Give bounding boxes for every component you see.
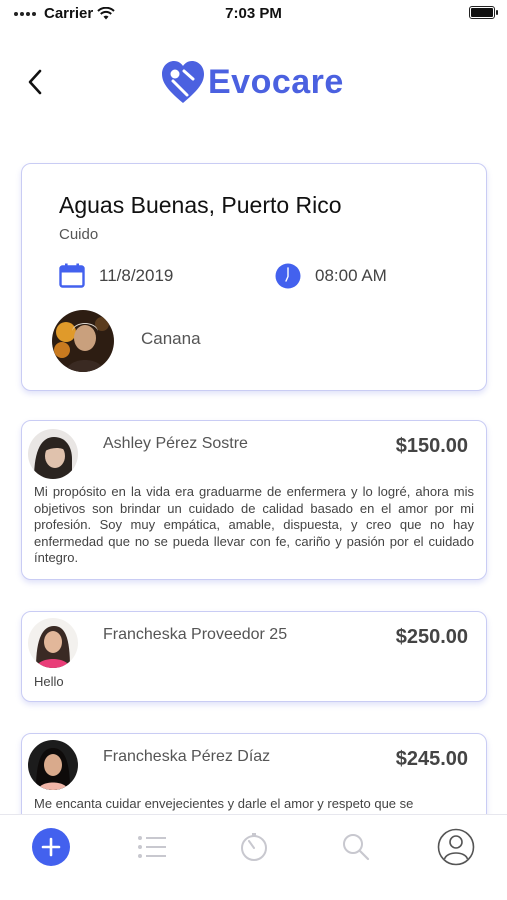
caregiver-name: Francheska Proveedor 25 bbox=[103, 626, 288, 643]
tab-list-button[interactable] bbox=[132, 827, 172, 867]
bottom-tab-bar bbox=[0, 814, 507, 900]
caregiver-name: Francheska Pérez Díaz bbox=[103, 748, 271, 765]
patient-name: Canana bbox=[141, 329, 201, 348]
patient-avatar bbox=[52, 310, 114, 372]
caregiver-avatar bbox=[28, 618, 78, 668]
service-summary-card: Aguas Buenas, Puerto Rico Cuido 11/8/201… bbox=[21, 163, 487, 391]
tab-search-button[interactable] bbox=[336, 827, 376, 867]
profile-icon bbox=[437, 828, 475, 866]
service-date-text: 11/8/2019 bbox=[99, 265, 174, 285]
back-button[interactable] bbox=[20, 62, 50, 102]
calendar-icon bbox=[59, 263, 85, 288]
caregiver-offer-card[interactable]: Francheska Proveedor 25 $250.00 Hello bbox=[21, 611, 487, 702]
header: Evocare bbox=[0, 40, 507, 125]
caregiver-avatar bbox=[28, 740, 78, 790]
caregiver-description: Hello bbox=[34, 674, 64, 689]
timer-icon bbox=[241, 833, 267, 861]
tab-profile-button[interactable] bbox=[436, 827, 476, 867]
tab-timer-button[interactable] bbox=[234, 827, 274, 867]
caregiver-name: Ashley Pérez Sostre bbox=[103, 435, 248, 452]
status-bar: Carrier 7:03 PM bbox=[0, 0, 507, 28]
heart-stethoscope-icon bbox=[162, 61, 204, 103]
tab-add-button[interactable] bbox=[32, 828, 70, 866]
clock-icon bbox=[275, 263, 301, 289]
app-logo: Evocare bbox=[160, 52, 344, 112]
offer-price: $250.00 bbox=[395, 626, 468, 648]
service-time-text: 08:00 AM bbox=[315, 266, 387, 285]
caregiver-description: Mi propósito en la vida era graduarme de… bbox=[34, 484, 474, 565]
add-icon bbox=[41, 837, 61, 857]
service-location: Aguas Buenas, Puerto Rico bbox=[59, 192, 342, 218]
service-time: 08:00 AM bbox=[275, 263, 387, 289]
search-icon bbox=[343, 834, 370, 861]
offer-price: $245.00 bbox=[395, 748, 468, 770]
caregiver-description: Me encanta cuidar envejecientes y darle … bbox=[34, 796, 414, 811]
list-icon bbox=[138, 836, 166, 858]
logo-text: Evocare bbox=[208, 62, 344, 101]
caregiver-offer-card[interactable]: Ashley Pérez Sostre $150.00 Mi propósito… bbox=[21, 420, 487, 580]
battery-icon bbox=[469, 6, 498, 19]
service-type: Cuido bbox=[59, 226, 99, 243]
caregiver-avatar bbox=[28, 429, 78, 479]
chevron-left-icon bbox=[28, 69, 42, 95]
offer-price: $150.00 bbox=[395, 435, 468, 457]
status-time: 7:03 PM bbox=[225, 5, 282, 22]
service-date: 11/8/2019 bbox=[59, 263, 173, 288]
